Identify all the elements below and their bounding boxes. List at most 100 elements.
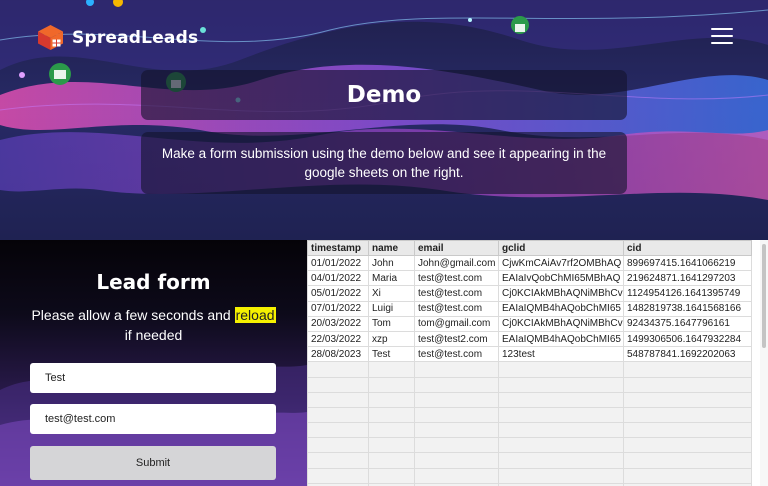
empty-cell[interactable] [307, 422, 369, 439]
empty-cell[interactable] [623, 376, 752, 393]
empty-cell[interactable] [368, 467, 415, 484]
column-header: name [368, 240, 415, 256]
table-cell[interactable]: John [368, 254, 415, 272]
table-cell[interactable]: 07/01/2022 [307, 300, 369, 317]
empty-cell[interactable] [623, 391, 752, 408]
table-cell[interactable]: test@test.com [414, 270, 499, 287]
empty-cell[interactable] [414, 467, 499, 484]
name-input[interactable] [30, 363, 276, 393]
empty-cell[interactable] [498, 422, 624, 439]
empty-cell[interactable] [498, 376, 624, 393]
empty-cell[interactable] [623, 406, 752, 424]
table-cell[interactable]: 548787841.1692202063 [623, 346, 752, 363]
column-header: email [414, 240, 499, 256]
table-cell[interactable]: Cj0KCIAkMBhAQNiMBhCv [498, 285, 624, 302]
empty-cell[interactable] [307, 437, 369, 454]
table-cell[interactable]: 01/01/2022 [307, 254, 369, 272]
empty-cell[interactable] [307, 467, 369, 484]
empty-cell[interactable] [368, 361, 415, 378]
empty-cell[interactable] [414, 361, 499, 378]
empty-cell[interactable] [623, 467, 752, 484]
empty-row [307, 467, 752, 484]
empty-cell[interactable] [368, 406, 415, 424]
table-cell[interactable]: test@test.com [414, 346, 499, 363]
reload-highlight: reload [234, 307, 276, 323]
empty-cell[interactable] [368, 452, 415, 469]
empty-cell[interactable] [498, 391, 624, 408]
table-cell[interactable]: 899697415.1641066219 [623, 254, 752, 272]
empty-cell[interactable] [414, 437, 499, 454]
table-cell[interactable]: 1499306506.1647932284 [623, 330, 752, 348]
form-title: Lead form [96, 270, 211, 294]
empty-cell[interactable] [307, 361, 369, 378]
empty-cell[interactable] [414, 391, 499, 408]
empty-cell[interactable] [623, 437, 752, 454]
table-cell[interactable]: test@test.com [414, 285, 499, 302]
empty-cell[interactable] [414, 422, 499, 439]
hamburger-menu-icon[interactable] [711, 28, 733, 46]
table-cell[interactable]: 92434375.1647796161 [623, 315, 752, 332]
empty-cell[interactable] [623, 361, 752, 378]
table-cell[interactable]: tom@gmail.com [414, 315, 499, 332]
table-cell[interactable]: test@test.com [414, 300, 499, 317]
table-cell[interactable]: Xi [368, 285, 415, 302]
empty-cell[interactable] [307, 376, 369, 393]
sheet-table: timestamp name email gclid cid 01/01/202… [307, 240, 752, 486]
table-cell[interactable]: 1124954126.1641395749 [623, 285, 752, 302]
empty-cell[interactable] [307, 406, 369, 424]
table-row: 05/01/2022 Xi test@test.com Cj0KCIAkMBhA… [307, 285, 752, 302]
table-cell[interactable]: 123test [498, 346, 624, 363]
empty-cell[interactable] [414, 452, 499, 469]
empty-cell[interactable] [498, 437, 624, 454]
column-header: cid [623, 240, 752, 256]
empty-cell[interactable] [623, 422, 752, 439]
empty-cell[interactable] [414, 406, 499, 424]
empty-cell[interactable] [498, 361, 624, 378]
brand-logo[interactable]: SpreadLeads [37, 24, 198, 51]
table-cell[interactable]: Tom [368, 315, 415, 332]
column-header: gclid [498, 240, 624, 256]
table-cell[interactable]: John@gmail.com [414, 254, 499, 272]
table-cell[interactable]: EAIaIvQobChMI65MBhAQ [498, 270, 624, 287]
form-note-text: Please allow a few seconds and [31, 307, 235, 323]
empty-row [307, 452, 752, 469]
table-cell[interactable]: 05/01/2022 [307, 285, 369, 302]
table-cell[interactable]: Cj0KCIAkMBhAQNiMBhCv [498, 315, 624, 332]
empty-cell[interactable] [623, 452, 752, 469]
scrollbar-thumb[interactable] [762, 244, 766, 348]
empty-cell[interactable] [368, 376, 415, 393]
table-cell[interactable]: EAIaIQMB4hAQobChMI65 [498, 300, 624, 317]
table-cell[interactable]: 04/01/2022 [307, 270, 369, 287]
empty-row [307, 422, 752, 439]
empty-cell[interactable] [368, 391, 415, 408]
table-cell[interactable]: xzp [368, 330, 415, 348]
description-box: Make a form submission using the demo be… [141, 132, 627, 194]
sheet-scrollbar[interactable] [760, 240, 768, 486]
table-cell[interactable]: CjwKmCAiAv7rf2OMBhAQ [498, 254, 624, 272]
form-note: Please allow a few seconds and reload if… [0, 305, 307, 345]
table-cell[interactable]: 219624871.1641297203 [623, 270, 752, 287]
empty-cell[interactable] [368, 437, 415, 454]
table-cell[interactable]: 22/03/2022 [307, 330, 369, 348]
email-input[interactable] [30, 404, 276, 434]
empty-cell[interactable] [307, 391, 369, 408]
table-cell[interactable]: Maria [368, 270, 415, 287]
table-cell[interactable]: EAIaIQMB4hAQobChMI65 [498, 330, 624, 348]
table-cell[interactable]: 1482819738.1641568166 [623, 300, 752, 317]
table-cell[interactable]: test@test2.com [414, 330, 499, 348]
cube-logo-icon [38, 25, 63, 50]
table-cell[interactable]: Test [368, 346, 415, 363]
submit-button[interactable]: Submit [30, 446, 276, 480]
table-cell[interactable]: 28/08/2023 [307, 346, 369, 363]
table-cell[interactable]: 20/03/2022 [307, 315, 369, 332]
table-row: 07/01/2022 Luigi test@test.com EAIaIQMB4… [307, 300, 752, 317]
google-sheet-embed[interactable]: timestamp name email gclid cid 01/01/202… [307, 240, 768, 486]
empty-cell[interactable] [498, 452, 624, 469]
empty-cell[interactable] [414, 376, 499, 393]
empty-cell[interactable] [307, 452, 369, 469]
empty-row [307, 406, 752, 424]
table-cell[interactable]: Luigi [368, 300, 415, 317]
empty-cell[interactable] [498, 467, 624, 484]
empty-cell[interactable] [368, 422, 415, 439]
empty-cell[interactable] [498, 406, 624, 424]
